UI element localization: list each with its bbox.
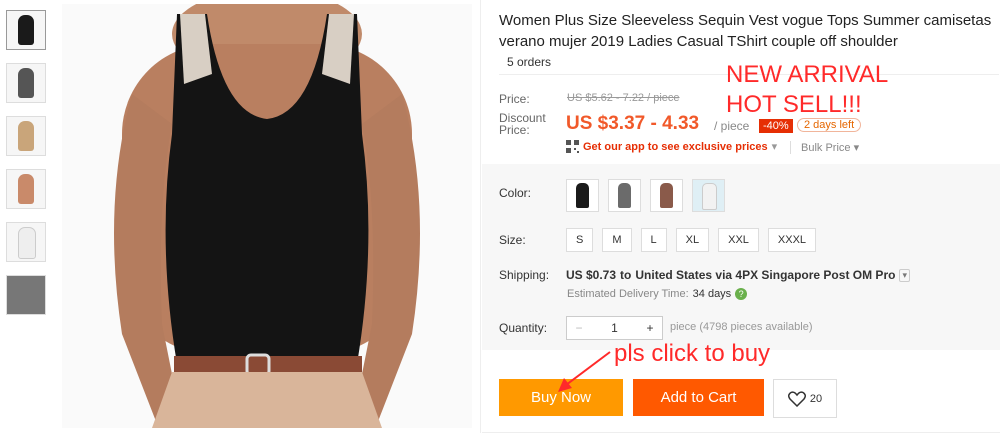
product-title: Women Plus Size Sleeveless Sequin Vest v… — [499, 12, 992, 50]
promo-annotation: NEW ARRIVAL HOT SELL!!! — [726, 61, 889, 118]
quantity-label: Quantity: — [499, 321, 548, 335]
quantity-input[interactable]: 1 — [591, 317, 638, 339]
price-unit: / piece — [714, 119, 750, 133]
color-label: Color: — [499, 186, 532, 200]
thumbnail-1[interactable] — [6, 10, 46, 50]
size-option-s[interactable]: S — [566, 228, 594, 252]
wishlist-button[interactable]: 20 — [773, 379, 837, 418]
available-pieces: piece (4798 pieces available) — [670, 321, 813, 333]
thumbnail-2[interactable] — [6, 63, 46, 103]
quantity-decrement-button[interactable]: − — [567, 317, 591, 339]
color-swatches — [566, 179, 725, 212]
thumbnail-list — [6, 10, 48, 328]
column-divider — [480, 0, 481, 433]
shipping-label: Shipping: — [499, 268, 550, 282]
size-option-m[interactable]: M — [602, 228, 632, 252]
color-swatch-gray[interactable] — [608, 179, 641, 212]
quantity-stepper: − 1 + — [566, 316, 663, 340]
size-options: S M L XL XXL XXXL — [566, 228, 817, 252]
heart-icon — [787, 390, 806, 407]
click-annotation: pls click to buy — [614, 340, 771, 367]
color-swatch-brown[interactable] — [650, 179, 683, 212]
thumbnail-4[interactable] — [6, 169, 46, 209]
shipping-dropdown-icon[interactable]: ▾ — [899, 268, 910, 282]
size-option-xxxl[interactable]: XXXL — [767, 228, 817, 252]
original-price: US $5.62 - 7.22 / piece — [567, 92, 680, 104]
qr-code-icon — [566, 140, 579, 153]
color-swatch-black[interactable] — [566, 179, 599, 212]
delivery-estimate: Estimated Delivery Time: 34 days ? — [567, 288, 748, 300]
arrow-icon — [558, 351, 611, 392]
add-to-cart-button[interactable]: Add to Cart — [633, 379, 764, 416]
days-left-badge: 2 days left — [797, 118, 862, 132]
price-label: Price: — [499, 92, 530, 106]
thumbnail-5[interactable] — [6, 222, 46, 262]
help-icon[interactable]: ? — [735, 288, 748, 300]
discount-price-label: Discount Price: — [499, 111, 546, 137]
size-option-xxl[interactable]: XXL — [718, 228, 759, 252]
shipping-info: US $0.73 to United States via 4PX Singapor… — [566, 268, 910, 282]
thumbnail-3[interactable] — [6, 116, 46, 156]
quantity-increment-button[interactable]: + — [638, 317, 662, 339]
app-promo-link[interactable]: Get our app to see exclusive prices ▾ — [566, 140, 777, 153]
size-option-xl[interactable]: XL — [675, 228, 710, 252]
color-swatch-white[interactable] — [692, 179, 725, 212]
thumbnail-6[interactable] — [6, 275, 46, 315]
discount-badge: -40% — [759, 119, 793, 133]
bulk-price-dropdown[interactable]: Bulk Price ▾ — [790, 141, 859, 154]
main-product-image — [62, 4, 472, 428]
size-option-l[interactable]: L — [640, 228, 667, 252]
current-price: US $3.37 - 4.33 — [566, 113, 700, 134]
size-label: Size: — [499, 233, 526, 247]
